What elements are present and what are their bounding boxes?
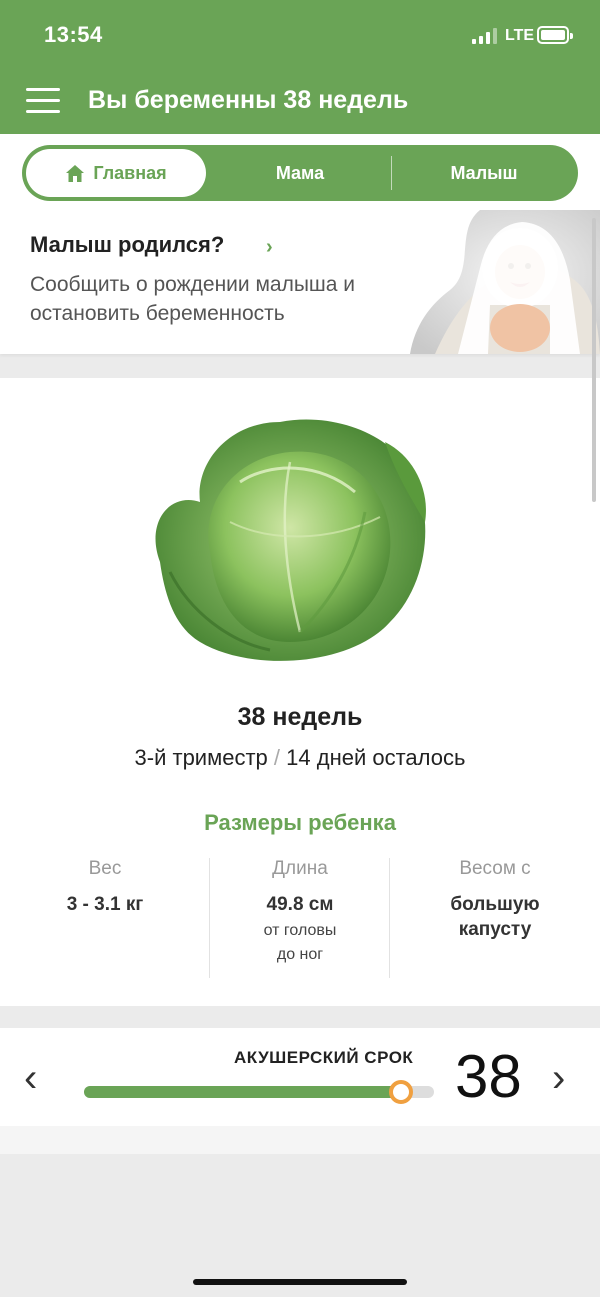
length-sub-1: от головы — [263, 922, 337, 939]
home-indicator[interactable] — [193, 1279, 407, 1285]
app-header: 13:54 LTE Вы беременны 38 недель — [0, 0, 600, 134]
compare-value-2: капусту — [458, 919, 532, 940]
baby-born-card[interactable]: Малыш родился? › Сообщить о рождении мал… — [0, 210, 600, 354]
separator: / — [273, 745, 281, 770]
week-slider-knob[interactable] — [388, 1080, 413, 1104]
length-column: Длина 49.8 см от головы до ног — [210, 858, 390, 967]
weight-column: Вес 3 - 3.1 кг — [15, 858, 195, 917]
obstetric-term-label: АКУШЕРСКИЙ СРОК — [234, 1048, 414, 1067]
page-title: Вы беременны 38 недель — [88, 86, 409, 114]
length-label: Длина — [272, 858, 328, 879]
compare-column: Весом с большую капусту — [405, 858, 585, 942]
tab-home[interactable]: Главная — [26, 149, 206, 197]
battery-icon — [537, 26, 573, 44]
weight-label: Вес — [88, 858, 122, 879]
trimester-info: 3-й триместр / 14 дней осталось — [0, 745, 600, 771]
chevron-left-icon[interactable]: ‹ — [24, 1056, 37, 1101]
tab-mama[interactable]: Мама — [210, 145, 390, 201]
current-week-number: 38 — [455, 1043, 522, 1110]
weeks-heading: 38 недель — [237, 703, 363, 731]
chevron-right-icon[interactable]: › — [266, 236, 273, 259]
signal-bars-icon — [472, 28, 497, 44]
bottom-area — [0, 1154, 600, 1297]
status-time: 13:54 — [44, 22, 103, 47]
compare-label: Весом с — [459, 858, 531, 879]
chevron-right-icon[interactable]: › — [552, 1056, 565, 1101]
week-selector: ‹ АКУШЕРСКИЙ СРОК 38 › — [0, 1028, 600, 1126]
tab-divider — [391, 156, 392, 190]
baby-photo — [410, 210, 600, 354]
spacer — [0, 1126, 600, 1154]
status-bar: 13:54 LTE — [0, 0, 600, 70]
baby-born-title[interactable]: Малыш родился? — [30, 232, 224, 258]
hamburger-menu-icon[interactable] — [26, 88, 62, 116]
weight-value: 3 - 3.1 кг — [66, 894, 144, 915]
segmented-tabs: Главная Мама Малыш — [22, 145, 578, 201]
week-slider[interactable] — [84, 1080, 434, 1104]
sizes-title: Размеры ребенка — [204, 810, 396, 835]
week-info-section: 38 недель 3-й триместр / 14 дней осталос… — [0, 378, 600, 1006]
scrollbar[interactable] — [592, 218, 596, 502]
cabbage-image — [155, 419, 426, 661]
week-slider-fill — [84, 1086, 401, 1098]
length-sub-2: до ног — [276, 946, 324, 963]
days-left: 14 дней осталось — [286, 745, 466, 770]
baby-born-description: Сообщить о рождении малыша и остановить … — [30, 273, 356, 325]
trimester-label: 3-й триместр — [134, 745, 268, 770]
tab-baby[interactable]: Малыш — [394, 145, 574, 201]
compare-value-1: большую — [450, 894, 540, 915]
length-value: 49.8 см — [266, 894, 334, 915]
tab-home-label: Главная — [93, 162, 167, 183]
network-type: LTE — [505, 27, 535, 44]
home-icon — [66, 164, 85, 182]
column-divider — [389, 858, 390, 978]
